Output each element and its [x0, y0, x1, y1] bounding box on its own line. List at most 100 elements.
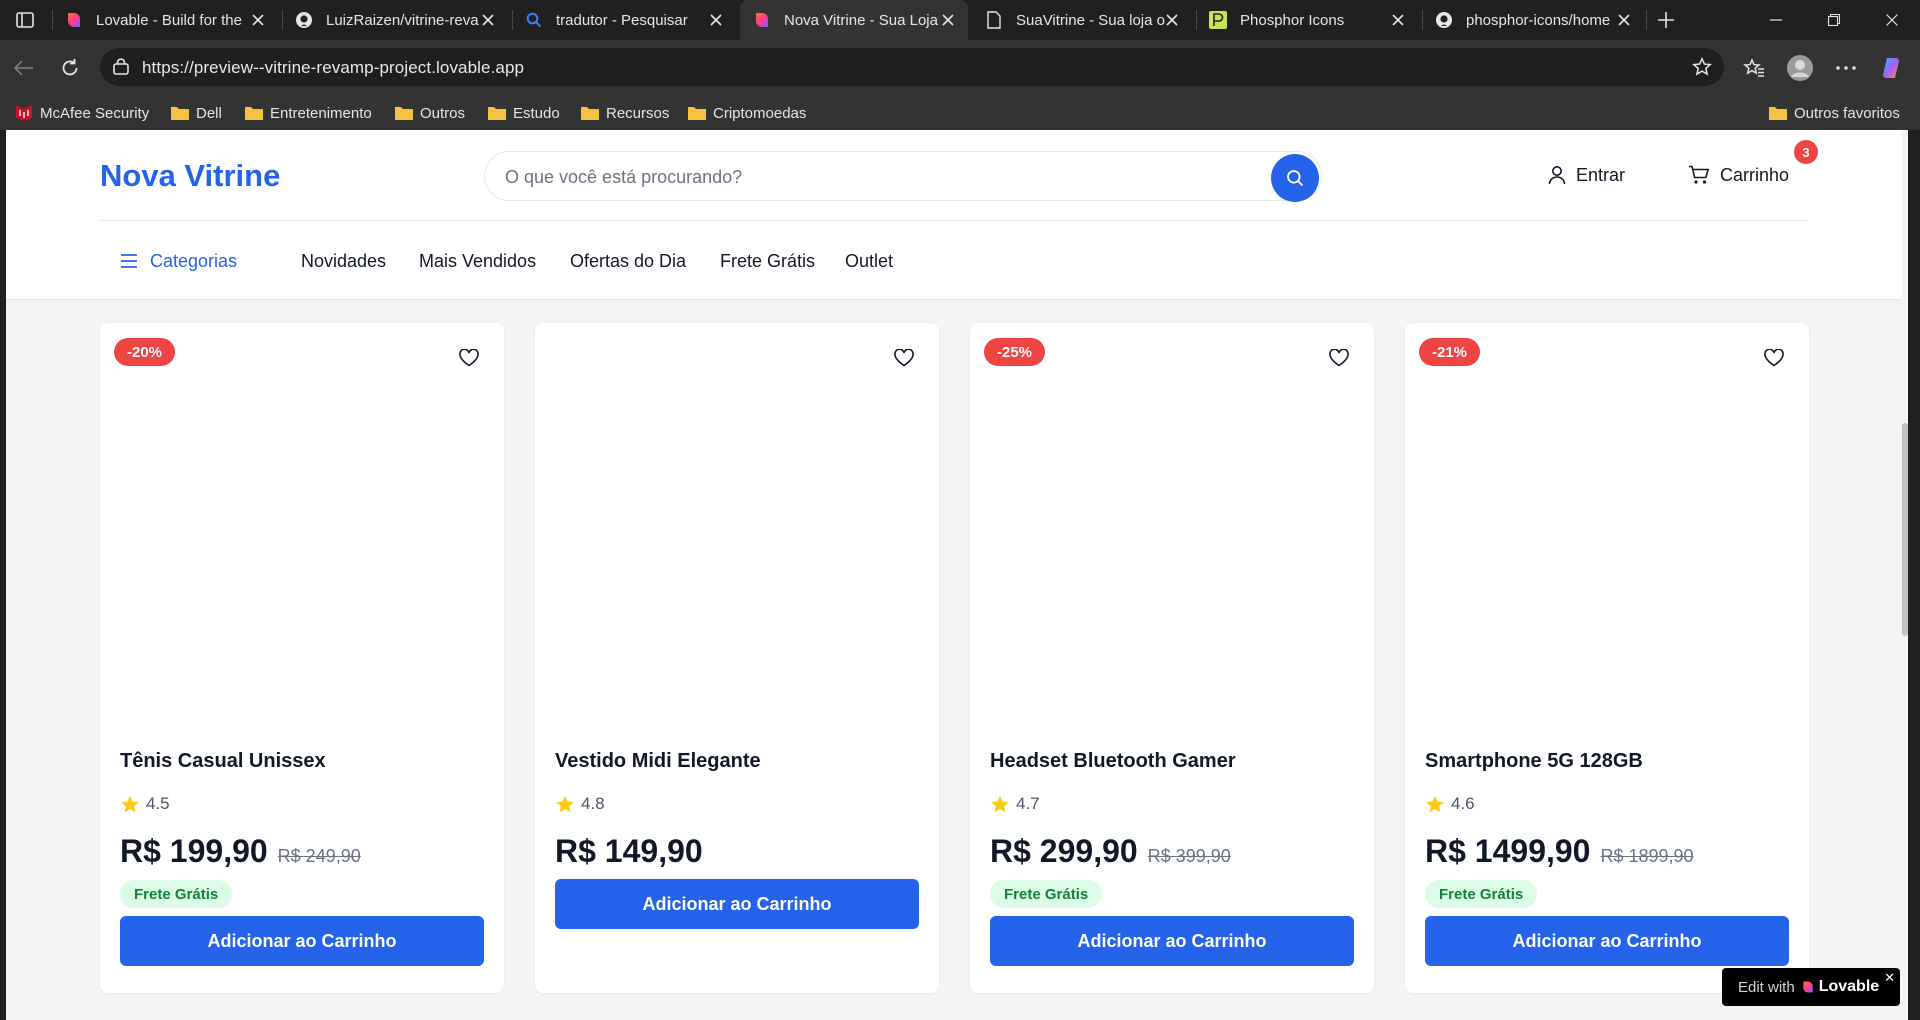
- rating-value: 4.8: [581, 794, 605, 813]
- discount-badge: -21%: [1419, 338, 1481, 366]
- product-card[interactable]: -20% Tênis Casual Unissex 4.5 R$ 199,90 …: [100, 323, 504, 993]
- page-scrollbar[interactable]: [1902, 130, 1908, 1020]
- bookmark-outros-favoritos[interactable]: Outros favoritos: [1768, 103, 1900, 123]
- favorite-star-icon[interactable]: [1691, 56, 1713, 82]
- search-input[interactable]: [505, 165, 1245, 189]
- copilot-button[interactable]: [1876, 52, 1908, 84]
- minimize-button[interactable]: [1748, 0, 1804, 40]
- tab-suavitrine[interactable]: SuaVitrine - Sua loja o: [972, 0, 1192, 40]
- site-info-icon[interactable]: [112, 58, 130, 81]
- bookmark-mcafee[interactable]: McAfee Security: [14, 103, 149, 123]
- more-menu-button[interactable]: [1830, 52, 1862, 84]
- browser-tab-strip: Lovable - Build for the LuizRaizen/vitri…: [0, 0, 1920, 40]
- close-icon[interactable]: [938, 10, 958, 30]
- bookmark-label: Criptomoedas: [713, 104, 807, 122]
- product-name[interactable]: Smartphone 5G 128GB: [1425, 750, 1643, 773]
- add-to-cart-button[interactable]: Adicionar ao Carrinho: [555, 879, 919, 929]
- nav-frete-gratis[interactable]: Frete Grátis: [720, 248, 815, 274]
- close-window-button[interactable]: [1864, 0, 1920, 40]
- cart-link[interactable]: Carrinho: [1688, 162, 1789, 188]
- bookmark-recursos[interactable]: Recursos: [580, 103, 669, 123]
- product-card[interactable]: Vestido Midi Elegante 4.8 R$ 149,90 Adic…: [535, 323, 939, 993]
- bookmark-label: Entretenimento: [270, 104, 372, 122]
- close-icon[interactable]: [706, 10, 726, 30]
- add-to-cart-button[interactable]: Adicionar ao Carrinho: [1425, 916, 1789, 966]
- favorite-button[interactable]: [1761, 345, 1787, 371]
- product-name[interactable]: Vestido Midi Elegante: [555, 750, 761, 773]
- tab-phosphor-icons[interactable]: Phosphor Icons: [1196, 0, 1418, 40]
- more-icon: [1836, 66, 1856, 70]
- tab-phosphor-github[interactable]: phosphor-icons/home: [1422, 0, 1644, 40]
- add-to-cart-button[interactable]: Adicionar ao Carrinho: [120, 916, 484, 966]
- current-price: R$ 199,90: [120, 833, 268, 869]
- free-shipping-badge: Frete Grátis: [1425, 880, 1538, 908]
- scrollbar-thumb[interactable]: [1902, 423, 1908, 636]
- nav-ofertas-do-dia[interactable]: Ofertas do Dia: [570, 248, 686, 274]
- tab-nova-vitrine[interactable]: Nova Vitrine - Sua Loja: [740, 0, 968, 40]
- restore-button[interactable]: [1806, 0, 1862, 40]
- nav-novidades[interactable]: Novidades: [301, 248, 386, 274]
- reload-icon: [62, 59, 78, 76]
- reload-button[interactable]: [54, 52, 86, 84]
- folder-icon: [394, 105, 414, 121]
- cart-icon: [1688, 165, 1710, 185]
- close-icon[interactable]: [1614, 10, 1634, 30]
- profile-button[interactable]: [1784, 52, 1816, 84]
- bookmark-estudo[interactable]: Estudo: [487, 103, 560, 123]
- add-to-cart-button[interactable]: Adicionar ao Carrinho: [990, 916, 1354, 966]
- heart-icon: [459, 349, 479, 367]
- categories-label: Categorias: [150, 250, 238, 271]
- cart-label: Carrinho: [1720, 164, 1790, 185]
- folder-icon: [580, 105, 600, 121]
- restore-icon: [1828, 14, 1840, 26]
- page-icon: [984, 10, 1004, 30]
- favorite-button[interactable]: [456, 345, 482, 371]
- favorite-button[interactable]: [891, 345, 917, 371]
- close-icon[interactable]: [248, 10, 268, 30]
- avatar: [1787, 55, 1813, 81]
- edit-with-lovable-badge[interactable]: Edit with Lovable ✕: [1722, 968, 1900, 1006]
- login-link[interactable]: Entrar: [1548, 162, 1625, 188]
- product-rating: 4.6: [1425, 793, 1475, 815]
- new-tab-button[interactable]: [1652, 8, 1680, 32]
- nav-mais-vendidos[interactable]: Mais Vendidos: [419, 248, 536, 274]
- favorites-button[interactable]: [1738, 52, 1770, 84]
- star-icon: [990, 795, 1010, 814]
- product-name[interactable]: Headset Bluetooth Gamer: [990, 750, 1236, 773]
- bookmark-dell[interactable]: Dell: [170, 103, 222, 123]
- lovable-icon: [1801, 980, 1815, 994]
- bookmark-outros[interactable]: Outros: [394, 103, 465, 123]
- tab-actions-button[interactable]: [10, 8, 40, 32]
- free-shipping-badge: Frete Grátis: [120, 880, 233, 908]
- product-name[interactable]: Tênis Casual Unissex: [120, 750, 326, 773]
- folder-icon: [1768, 105, 1788, 121]
- product-card[interactable]: -25% Headset Bluetooth Gamer 4.7 R$ 299,…: [970, 323, 1374, 993]
- site-logo[interactable]: Nova Vitrine: [100, 158, 280, 194]
- close-icon[interactable]: [478, 10, 498, 30]
- discount-badge: -25%: [984, 338, 1046, 366]
- close-icon[interactable]: [1162, 10, 1182, 30]
- address-bar[interactable]: https://preview--vitrine-revamp-project.…: [100, 48, 1724, 86]
- close-icon[interactable]: ✕: [1884, 970, 1895, 986]
- lovable-icon: [752, 10, 772, 30]
- close-icon[interactable]: [1388, 10, 1408, 30]
- tab-github-vitrine[interactable]: LuizRaizen/vitrine-reva: [282, 0, 508, 40]
- search-button[interactable]: [1271, 154, 1319, 202]
- tab-tradutor[interactable]: tradutor - Pesquisar: [512, 0, 736, 40]
- nav-outlet[interactable]: Outlet: [845, 248, 893, 274]
- tab-lovable[interactable]: Lovable - Build for the: [52, 0, 278, 40]
- favorite-button[interactable]: [1326, 345, 1352, 371]
- bookmark-criptomoedas[interactable]: Criptomoedas: [687, 103, 806, 123]
- back-button[interactable]: [8, 52, 40, 84]
- login-label: Entrar: [1576, 164, 1626, 185]
- menu-icon: [120, 254, 138, 268]
- header-divider: [100, 220, 1808, 221]
- page-viewport: Nova Vitrine Entrar Carrinho 3 Categoria…: [6, 130, 1908, 1020]
- product-card[interactable]: -21% Smartphone 5G 128GB 4.6 R$ 1499,90 …: [1405, 323, 1809, 993]
- categories-menu-button[interactable]: Categorias: [120, 248, 237, 274]
- tab-separator: [1646, 10, 1647, 30]
- close-icon: [1886, 14, 1898, 26]
- folder-icon: [170, 105, 190, 121]
- bookmark-entretenimento[interactable]: Entretenimento: [244, 103, 372, 123]
- old-price: R$ 249,90: [277, 846, 361, 866]
